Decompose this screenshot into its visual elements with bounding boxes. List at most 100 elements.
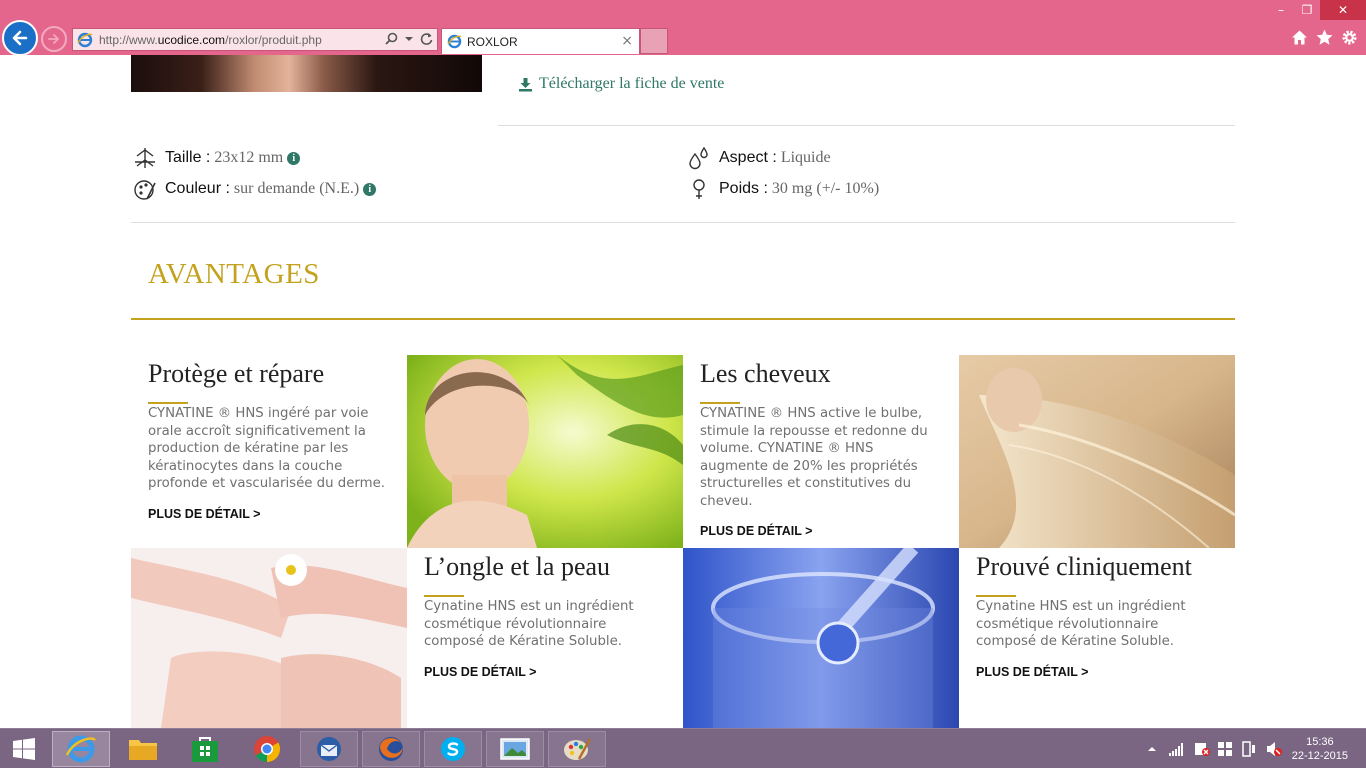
- more-detail-link[interactable]: PLUS DE DÉTAIL >: [424, 665, 666, 679]
- card-protege: Protège et répare CYNATINE ® HNS ingéré …: [131, 359, 407, 552]
- taskbar-store[interactable]: [176, 731, 234, 767]
- chevron-down-icon[interactable]: [405, 35, 413, 43]
- system-tray: 15:36 22-12-2015: [1147, 729, 1366, 768]
- arrow-left-icon: [12, 30, 28, 46]
- taskbar-photos[interactable]: [486, 731, 544, 767]
- gear-icon[interactable]: [1341, 29, 1358, 46]
- more-detail-link[interactable]: PLUS DE DÉTAIL >: [976, 665, 1218, 679]
- spec-label: Aspect :: [719, 149, 777, 166]
- network-signal-icon[interactable]: [1168, 742, 1185, 756]
- browser-toolbar-right: [1291, 29, 1358, 46]
- maximize-button[interactable]: ❐: [1294, 0, 1320, 20]
- dimensions-icon: [133, 146, 157, 170]
- new-tab-button[interactable]: [640, 28, 668, 54]
- minimize-button[interactable]: –: [1268, 0, 1294, 20]
- lab-glassware-image: [683, 548, 959, 728]
- spec-poids: Poids : 30 mg (+/- 10%): [687, 177, 879, 201]
- card-ongle: L’ongle et la peau Cynatine HNS est un i…: [407, 552, 683, 728]
- card-title: Protège et répare: [148, 359, 325, 388]
- download-sheet-link[interactable]: Télécharger la fiche de vente: [518, 75, 724, 93]
- folder-icon: [129, 740, 157, 760]
- card-cheveux: Les cheveux CYNATINE ® HNS active le bul…: [683, 359, 959, 552]
- chrome-icon: [254, 736, 281, 763]
- url-prefix: http://www.: [99, 32, 158, 47]
- spec-value: Liquide: [780, 149, 831, 166]
- palette-icon: [133, 177, 157, 201]
- hands-feet-image: [131, 548, 407, 728]
- info-icon[interactable]: i: [363, 182, 377, 196]
- spec-label: Taille :: [165, 149, 211, 166]
- star-icon[interactable]: [1316, 29, 1333, 46]
- window-close-button[interactable]: ✕: [1320, 0, 1366, 20]
- refresh-icon[interactable]: [420, 32, 433, 45]
- internet-explorer-icon: [66, 735, 96, 763]
- chevron-up-icon[interactable]: [1147, 744, 1157, 754]
- weight-icon: [687, 177, 711, 201]
- gold-bar: [424, 595, 464, 597]
- spec-value: 30 mg (+/- 10%): [771, 180, 880, 197]
- more-detail-link[interactable]: PLUS DE DÉTAIL >: [700, 524, 942, 538]
- ie-favicon-icon: [77, 32, 93, 47]
- paint-icon: [564, 738, 591, 760]
- taskbar: 15:36 22-12-2015: [0, 728, 1366, 768]
- url-path: /roxlor/produit.php: [225, 32, 322, 47]
- gold-bar: [976, 595, 1016, 597]
- card-text: Cynatine HNS est un ingrédient cosmétiqu…: [424, 599, 634, 649]
- spec-couleur: Couleur : sur demande (N.E.) i: [133, 177, 377, 201]
- card-text: CYNATINE ® HNS ingéré par voie orale acc…: [148, 406, 385, 491]
- address-bar[interactable]: http://www.ucodice.com/roxlor/produit.ph…: [72, 28, 438, 51]
- taskbar-thunderbird[interactable]: [300, 731, 358, 767]
- card-title: Les cheveux: [700, 359, 831, 388]
- clock-time: 15:36: [1306, 736, 1334, 748]
- card-text: Cynatine HNS est un ingrédient cosmétiqu…: [976, 599, 1186, 649]
- search-icon[interactable]: [385, 32, 398, 45]
- battery-icon[interactable]: [1241, 741, 1257, 757]
- divider: [131, 222, 1235, 223]
- action-center-alert-icon[interactable]: [1194, 741, 1210, 757]
- download-icon: [519, 77, 532, 91]
- windows-flag-icon[interactable]: [1217, 742, 1232, 756]
- blonde-hair-image: [959, 355, 1235, 548]
- spec-value: sur demande (N.E.): [233, 180, 360, 197]
- clock-date: 22-12-2015: [1291, 750, 1348, 762]
- tab-roxlor[interactable]: ROXLOR ×: [441, 28, 640, 54]
- browser-chrome: http://www.ucodice.com/roxlor/produit.ph…: [0, 0, 1366, 56]
- product-photo: [131, 55, 482, 92]
- windows-logo-icon: [13, 738, 35, 760]
- taskbar-skype[interactable]: [424, 731, 482, 767]
- arrow-right-icon: [48, 34, 59, 44]
- gold-bar: [148, 402, 188, 404]
- spec-taille: Taille : 23x12 mm i: [133, 146, 301, 170]
- back-button[interactable]: [2, 20, 38, 56]
- section-title: AVANTAGES: [148, 258, 320, 290]
- spec-aspect: Aspect : Liquide: [687, 146, 831, 170]
- info-icon[interactable]: i: [287, 151, 301, 165]
- tab-title: ROXLOR: [467, 34, 518, 49]
- skype-icon: [441, 737, 465, 761]
- volume-muted-icon[interactable]: [1266, 741, 1282, 757]
- home-icon[interactable]: [1291, 29, 1308, 46]
- more-detail-link[interactable]: PLUS DE DÉTAIL >: [148, 507, 390, 521]
- forward-button[interactable]: [41, 26, 67, 52]
- url-domain: ucodice.com: [157, 32, 226, 47]
- tab-close-button[interactable]: ×: [621, 33, 633, 49]
- taskbar-internet-explorer[interactable]: [52, 731, 110, 767]
- thunderbird-icon: [317, 737, 341, 761]
- divider: [498, 125, 1235, 126]
- card-title: Prouvé cliniquement: [976, 552, 1192, 581]
- card-text: CYNATINE ® HNS active le bulbe, stimule …: [700, 406, 928, 509]
- firefox-icon: [379, 737, 403, 761]
- system-clock[interactable]: 15:36 22-12-2015: [1292, 735, 1348, 763]
- url-text: http://www.ucodice.com/roxlor/produit.ph…: [99, 33, 322, 47]
- taskbar-file-explorer[interactable]: [114, 731, 172, 767]
- window-controls: – ❐ ✕: [1268, 0, 1366, 20]
- spec-label: Couleur :: [165, 180, 230, 197]
- store-icon: [192, 737, 218, 762]
- taskbar-firefox[interactable]: [362, 731, 420, 767]
- taskbar-paint[interactable]: [548, 731, 606, 767]
- spec-value: 23x12 mm: [214, 149, 284, 166]
- spec-label: Poids :: [719, 180, 768, 197]
- download-label: Télécharger la fiche de vente: [539, 75, 725, 92]
- taskbar-chrome[interactable]: [238, 731, 296, 767]
- start-button[interactable]: [2, 731, 46, 767]
